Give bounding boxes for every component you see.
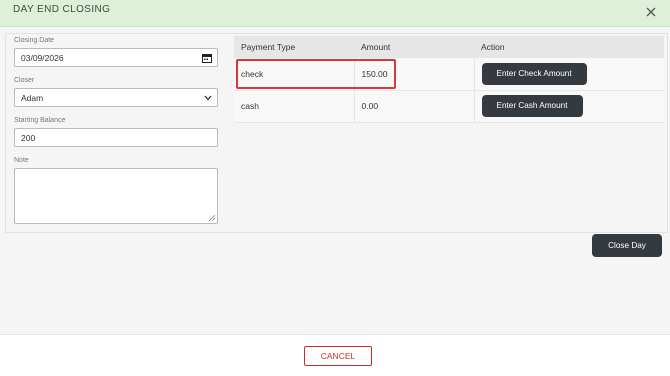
check-row-highlight [236,59,396,89]
enter-cash-amount-button[interactable]: Enter Cash Amount [481,95,583,117]
modal-footer: CANCEL [0,334,670,376]
close-icon[interactable] [644,5,658,19]
note-label: Note [14,157,29,164]
calendar-icon[interactable] [202,53,212,63]
starting-balance-label: Starting Balance [14,117,66,124]
modal-title: DAY END CLOSING [13,4,111,15]
payment-type-cell: cash [234,90,355,123]
column-header-payment-type: Payment Type [234,36,354,58]
closing-date-label: Closing Date [14,37,55,44]
closing-date-input[interactable]: 03/09/2026 [14,48,218,67]
table-header-row: Payment Type Amount Action [234,36,664,58]
amount-cell: 0.00 [354,90,475,123]
table-row: cash 0.00 Enter Cash Amount [234,90,664,123]
column-header-amount: Amount [354,36,474,58]
closer-select[interactable]: Adam [14,88,218,107]
closing-date-value: 03/09/2026 [21,53,64,63]
column-header-action: Action [474,36,664,58]
cancel-button[interactable]: CANCEL [304,346,372,366]
action-cell: Enter Check Amount [474,58,664,91]
chevron-down-icon [204,95,212,101]
note-textarea[interactable] [14,168,218,224]
starting-balance-input[interactable]: 200 [14,128,218,147]
starting-balance-value: 200 [21,133,36,143]
closer-label: Closer [14,77,35,84]
resize-grip-icon[interactable] [209,215,215,221]
closer-value: Adam [21,93,44,103]
action-cell: Enter Cash Amount [474,90,664,123]
modal-header: DAY END CLOSING [0,0,670,27]
enter-check-amount-button[interactable]: Enter Check Amount [481,62,587,85]
close-day-button[interactable]: Close Day [592,234,662,257]
